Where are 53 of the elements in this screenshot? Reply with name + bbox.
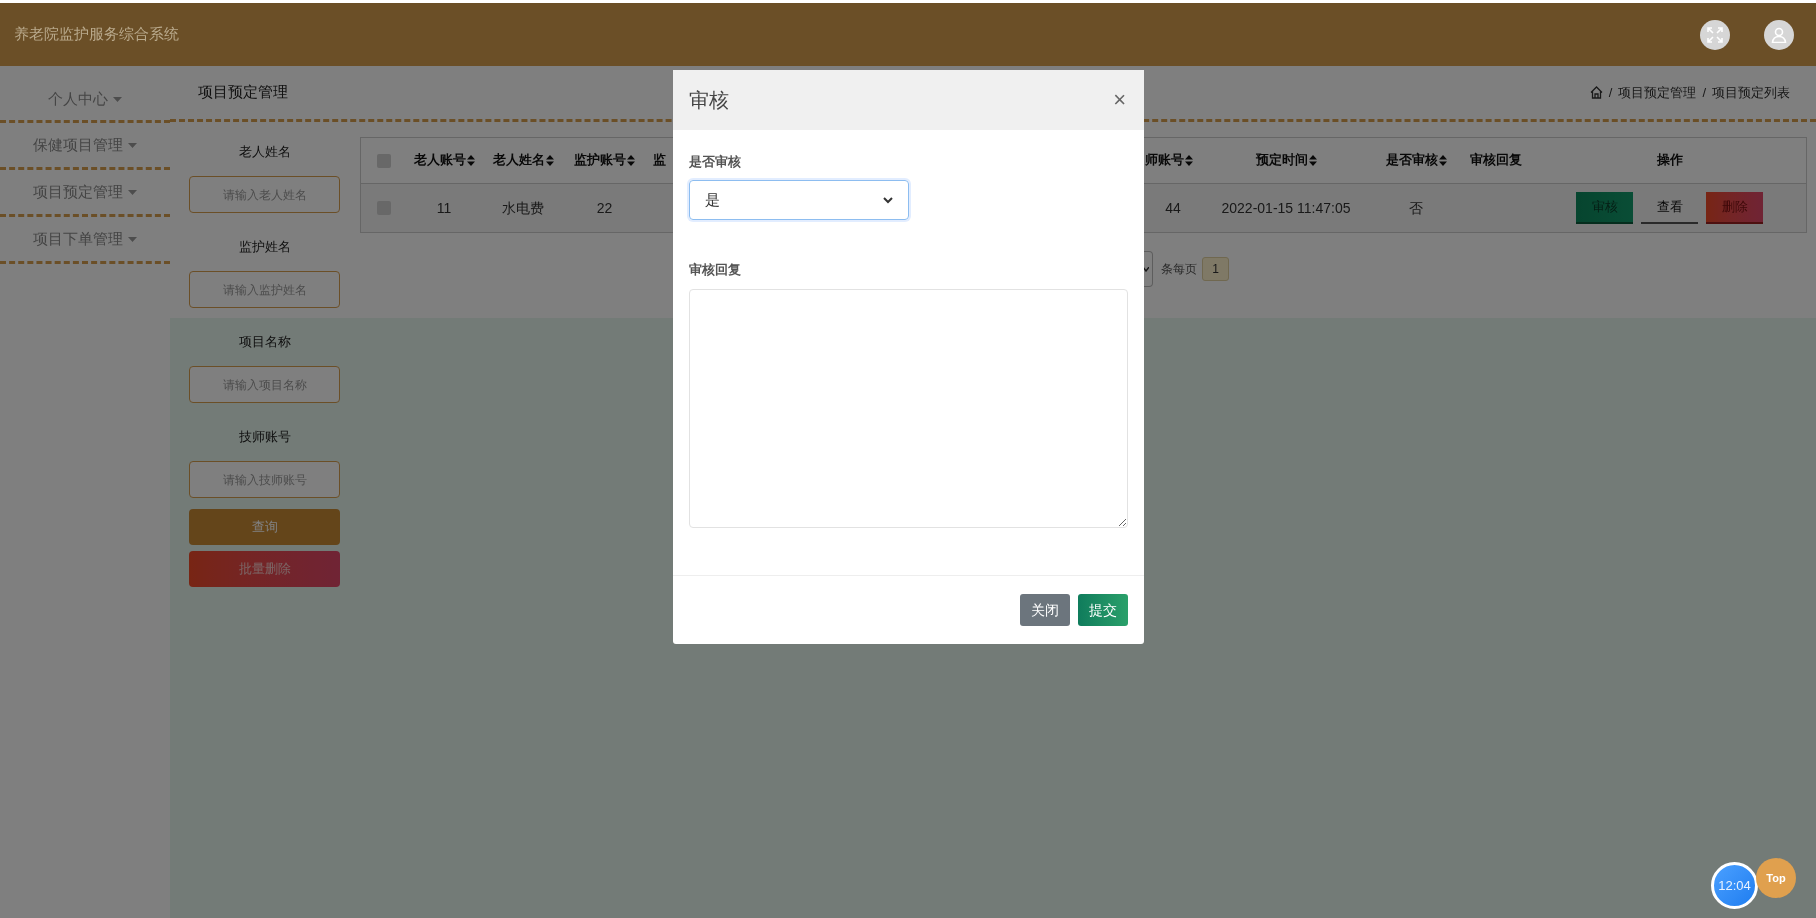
clock-time: 12:04 <box>1718 876 1751 895</box>
home-icon <box>1589 86 1603 99</box>
breadcrumb-separator: / <box>1607 83 1614 102</box>
column-header[interactable]: 老人姓名 <box>492 151 545 170</box>
page-size-label: 条每页 <box>1161 261 1197 278</box>
table-cell-text: 水电费 <box>502 198 544 218</box>
column-header[interactable]: 监护账号 <box>574 151 626 170</box>
table-cell-text: 44 <box>1165 198 1181 218</box>
column-header[interactable]: 老人账号 <box>413 151 466 170</box>
column-header[interactable]: 师账号 <box>1145 151 1184 170</box>
table-cell-text: 否 <box>1409 198 1423 218</box>
sort-icon <box>545 155 554 166</box>
expand-icon <box>1707 26 1723 43</box>
chevron-icon <box>883 196 893 204</box>
select-field[interactable]: 是 <box>689 180 909 220</box>
caret-icon <box>128 236 137 242</box>
field-label: 监护姓名 <box>238 238 291 257</box>
sort-icon <box>1308 155 1317 166</box>
column-header[interactable]: 监 <box>653 151 666 170</box>
field-label: 审核回复 <box>689 261 742 279</box>
field-label: 技师账号 <box>238 428 291 447</box>
table-cell-text: 2022-01-15 11:47:05 <box>1221 198 1351 218</box>
view-button[interactable]: 查看 <box>1641 192 1698 224</box>
chevron-icon <box>1143 266 1149 272</box>
column-header[interactable]: 操作 <box>1656 151 1683 170</box>
caret-icon <box>113 96 122 102</box>
sort-icon <box>466 155 475 166</box>
fullscreen-button[interactable] <box>1700 19 1730 50</box>
dialog-title: 审核 <box>689 88 729 113</box>
page-button[interactable]: 1 <box>1202 257 1229 281</box>
close-button[interactable]: × <box>1113 89 1126 111</box>
column-header[interactable]: 预定时间 <box>1255 151 1308 170</box>
user-icon <box>1771 26 1787 43</box>
column-header[interactable]: 是否审核 <box>1385 151 1438 170</box>
sort-icon <box>627 155 635 166</box>
sort-icon <box>1438 155 1447 166</box>
caret-icon <box>128 142 137 148</box>
submit-button[interactable]: 提交 <box>1078 594 1128 626</box>
app-title: 养老院监护服务综合系统 <box>14 24 179 45</box>
breadcrumb-link[interactable]: 项目预定管理 <box>1618 82 1697 103</box>
close-dialog-button[interactable]: 关闭 <box>1020 594 1070 626</box>
field-label: 老人姓名 <box>238 143 291 162</box>
field-label: 项目名称 <box>238 333 291 352</box>
page-title: 项目预定管理 <box>198 82 288 103</box>
caret-icon <box>128 189 137 195</box>
breadcrumb-separator: / <box>1701 83 1707 102</box>
sort-icon <box>1185 155 1193 166</box>
table-cell-text: 22 <box>596 198 613 218</box>
breadcrumb-link[interactable]: 项目预定列表 <box>1712 82 1790 103</box>
field-label: 是否审核 <box>689 153 742 171</box>
user-button[interactable] <box>1764 19 1794 50</box>
column-header[interactable]: 审核回复 <box>1470 151 1522 170</box>
table-cell-text: 11 <box>436 198 452 218</box>
